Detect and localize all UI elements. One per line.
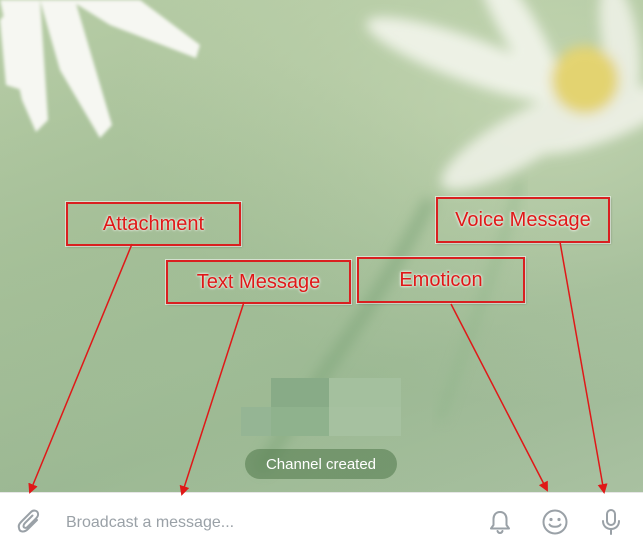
message-input[interactable]: [64, 507, 448, 539]
smiley-icon: [542, 509, 568, 535]
attach-button[interactable]: [10, 503, 48, 541]
microphone-icon: [602, 509, 620, 535]
bell-icon: [490, 511, 510, 535]
chat-background: Channel created: [0, 0, 643, 492]
message-composer: [0, 492, 643, 552]
channel-created-badge: Channel created: [245, 449, 397, 479]
text-message-annotation: Text Message: [166, 260, 351, 304]
emoticon-annotation: Emoticon: [357, 257, 525, 303]
voice-message-annotation: Voice Message: [436, 197, 610, 243]
emoji-button[interactable]: [536, 503, 574, 541]
pixelated-avatar: [241, 378, 401, 436]
notifications-button[interactable]: [481, 503, 519, 541]
voice-record-button[interactable]: [592, 503, 630, 541]
attachment-annotation: Attachment: [66, 202, 241, 246]
paperclip-icon: [17, 509, 40, 533]
